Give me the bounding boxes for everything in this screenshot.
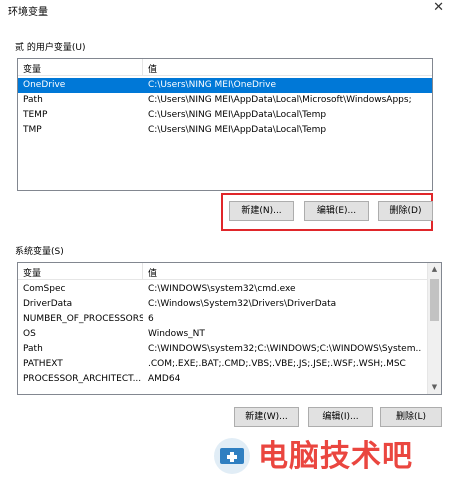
sys-new-button[interactable]: 新建(W)... — [234, 407, 299, 427]
column-header-value[interactable]: 值 — [148, 62, 157, 75]
variable-value: C:\WINDOWS\system32;C:\WINDOWS;C:\WINDOW… — [148, 344, 421, 354]
scroll-up-icon[interactable]: ▲ — [428, 263, 441, 276]
user-vars-label: 贰 的用户变量(U) — [15, 43, 86, 53]
sys-vars-list[interactable]: 变量 值 ComSpec C:\WINDOWS\system32\cmd.exe D… — [17, 262, 442, 395]
user-edit-button[interactable]: 编辑(E)... — [304, 201, 369, 221]
table-row[interactable]: ComSpec C:\WINDOWS\system32\cmd.exe — [18, 282, 427, 297]
variable-name: TEMP — [23, 110, 48, 120]
variable-value: C:\Windows\System32\Drivers\DriverData — [148, 299, 337, 309]
sys-delete-button[interactable]: 删除(L) — [380, 407, 442, 427]
user-vars-rows: OneDrive C:\Users\NING MEI\OneDrive Path C:… — [18, 78, 432, 138]
sys-edit-button[interactable]: 编辑(I)... — [308, 407, 373, 427]
variable-value: 6 — [148, 314, 154, 324]
variable-name: Path — [23, 344, 43, 354]
variable-value: C:\WINDOWS\system32\cmd.exe — [148, 284, 296, 294]
table-row[interactable]: OneDrive C:\Users\NING MEI\OneDrive — [18, 78, 432, 93]
variable-name: PROCESSOR_ARCHITECT... — [23, 374, 142, 384]
variable-name: OneDrive — [23, 80, 66, 90]
table-row[interactable]: PROCESSOR_ARCHITECT... AMD64 — [18, 372, 427, 387]
sys-vars-rows: ComSpec C:\WINDOWS\system32\cmd.exe Driver… — [18, 282, 427, 387]
user-new-button[interactable]: 新建(N)... — [229, 201, 294, 221]
user-vars-list[interactable]: 变量 值 OneDrive C:\Users\NING MEI\OneDrive P… — [17, 58, 433, 191]
user-delete-button[interactable]: 删除(D) — [378, 201, 433, 221]
variable-value: C:\Users\NING MEI\OneDrive — [148, 80, 276, 90]
variable-name: DriverData — [23, 299, 73, 309]
table-row[interactable]: Path C:\Users\NING MEI\AppData\Local\Micr… — [18, 93, 432, 108]
table-row[interactable]: DriverData C:\Windows\System32\Drivers\Dr… — [18, 297, 427, 312]
table-row[interactable]: OS Windows_NT — [18, 327, 427, 342]
variable-name: NUMBER_OF_PROCESSORS — [23, 314, 143, 324]
variable-name: PATHEXT — [23, 359, 63, 369]
column-separator[interactable] — [142, 59, 143, 76]
sys-vars-scrollbar[interactable]: ▲ ▼ — [427, 263, 441, 394]
variable-value: Windows_NT — [148, 329, 205, 339]
window-title: 环境变量 — [8, 7, 48, 18]
column-header-variable[interactable]: 变量 — [23, 266, 41, 279]
column-header-value[interactable]: 值 — [148, 266, 157, 279]
column-separator[interactable] — [142, 263, 143, 280]
scroll-down-icon[interactable]: ▼ — [428, 381, 441, 394]
variable-value: AMD64 — [148, 374, 181, 384]
variable-value: C:\Users\NING MEI\AppData\Local\Temp — [148, 125, 327, 135]
variable-value: C:\Users\NING MEI\AppData\Local\Microsof… — [148, 95, 412, 105]
user-vars-header: 变量 值 — [18, 59, 432, 76]
scroll-thumb[interactable] — [430, 279, 439, 321]
close-icon[interactable]: ✕ — [433, 0, 444, 15]
table-row[interactable]: NUMBER_OF_PROCESSORS 6 — [18, 312, 427, 327]
variable-value: .COM;.EXE;.BAT;.CMD;.VBS;.VBE;.JS;.JSE;.… — [148, 359, 406, 369]
watermark-text: 电脑技术吧 — [258, 439, 413, 474]
variable-name: OS — [23, 329, 36, 339]
table-row[interactable]: PATHEXT .COM;.EXE;.BAT;.CMD;.VBS;.VBE;.JS… — [18, 357, 427, 372]
title-bar: 环境变量 ✕ — [0, 0, 450, 18]
sys-vars-label: 系统变量(S) — [15, 247, 64, 257]
variable-value: C:\Users\NING MEI\AppData\Local\Temp — [148, 110, 327, 120]
table-row[interactable]: TMP C:\Users\NING MEI\AppData\Local\Temp — [18, 123, 432, 138]
variable-name: ComSpec — [23, 284, 66, 294]
table-row[interactable]: TEMP C:\Users\NING MEI\AppData\Local\Temp — [18, 108, 432, 123]
table-row[interactable]: Path C:\WINDOWS\system32;C:\WINDOWS;C:\WI… — [18, 342, 427, 357]
sys-vars-header: 变量 值 — [18, 263, 427, 280]
variable-name: Path — [23, 95, 43, 105]
variable-name: TMP — [23, 125, 42, 135]
column-header-variable[interactable]: 变量 — [23, 62, 41, 75]
